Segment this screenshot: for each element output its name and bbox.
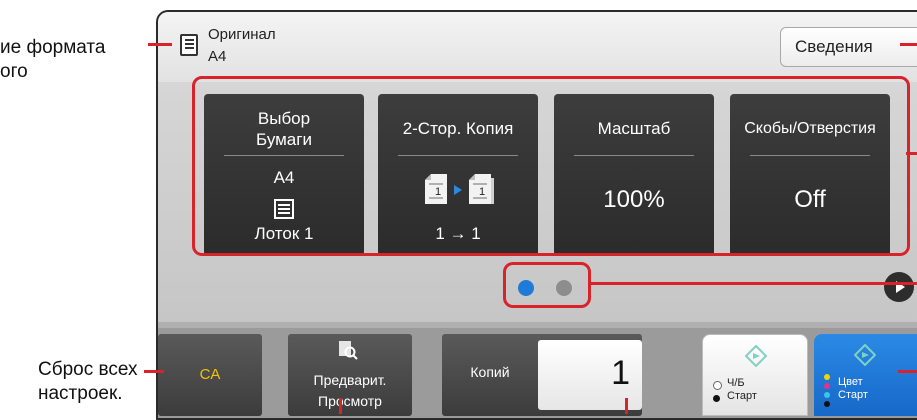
ca-label: CA	[199, 366, 221, 383]
callout-line-original	[148, 43, 172, 46]
annotation-original-format: ие формата ого	[0, 36, 106, 84]
start-diamond-icon	[853, 343, 877, 371]
color-start-label: Цвет Старт	[838, 376, 868, 401]
callout-line-copies	[625, 398, 628, 414]
callout-line-info	[900, 43, 917, 46]
info-button-label: Сведения	[795, 37, 873, 56]
bw-start-label: Ч/Б Старт	[727, 377, 757, 402]
next-page-icon[interactable]	[884, 272, 914, 302]
copies-control: Копий 1	[442, 334, 642, 416]
callout-pagination-frame	[503, 262, 591, 308]
color-dots	[824, 374, 830, 407]
bw-dots	[713, 381, 722, 402]
annotation-original-format-line2: ого	[0, 61, 28, 82]
info-button[interactable]: Сведения	[780, 27, 917, 67]
start-diamond-icon	[744, 344, 768, 372]
preview-label: Предварит. Просмотр	[313, 372, 387, 409]
annotation-reset-line1: Сброс всех	[38, 359, 138, 380]
header-bar: Оригинал A4 Сведения	[158, 12, 917, 82]
copies-label: Копий	[470, 364, 510, 380]
callout-line-pagination	[591, 282, 917, 285]
original-label: Оригинал	[208, 26, 276, 43]
callout-line-color-start	[898, 370, 917, 373]
preview-button[interactable]: Предварит. Просмотр	[288, 334, 412, 416]
annotation-reset: Сброс всех настроек.	[38, 358, 138, 406]
callout-tiles-frame	[192, 76, 910, 256]
original-size: A4	[208, 48, 227, 65]
callout-line-tiles	[906, 152, 917, 155]
annotation-reset-line2: настроек.	[38, 383, 123, 404]
preview-magnifier-icon	[338, 340, 358, 360]
bw-start-button[interactable]: Ч/Б Старт	[702, 334, 808, 416]
document-icon[interactable]	[180, 34, 198, 56]
callout-line-preview	[339, 398, 342, 414]
annotation-original-format-line1: ие формата	[0, 37, 106, 58]
color-start-button[interactable]: Цвет Старт	[814, 334, 917, 416]
ca-button[interactable]: CA	[158, 334, 262, 416]
callout-line-reset	[144, 370, 164, 373]
copies-value: 1	[611, 354, 630, 392]
